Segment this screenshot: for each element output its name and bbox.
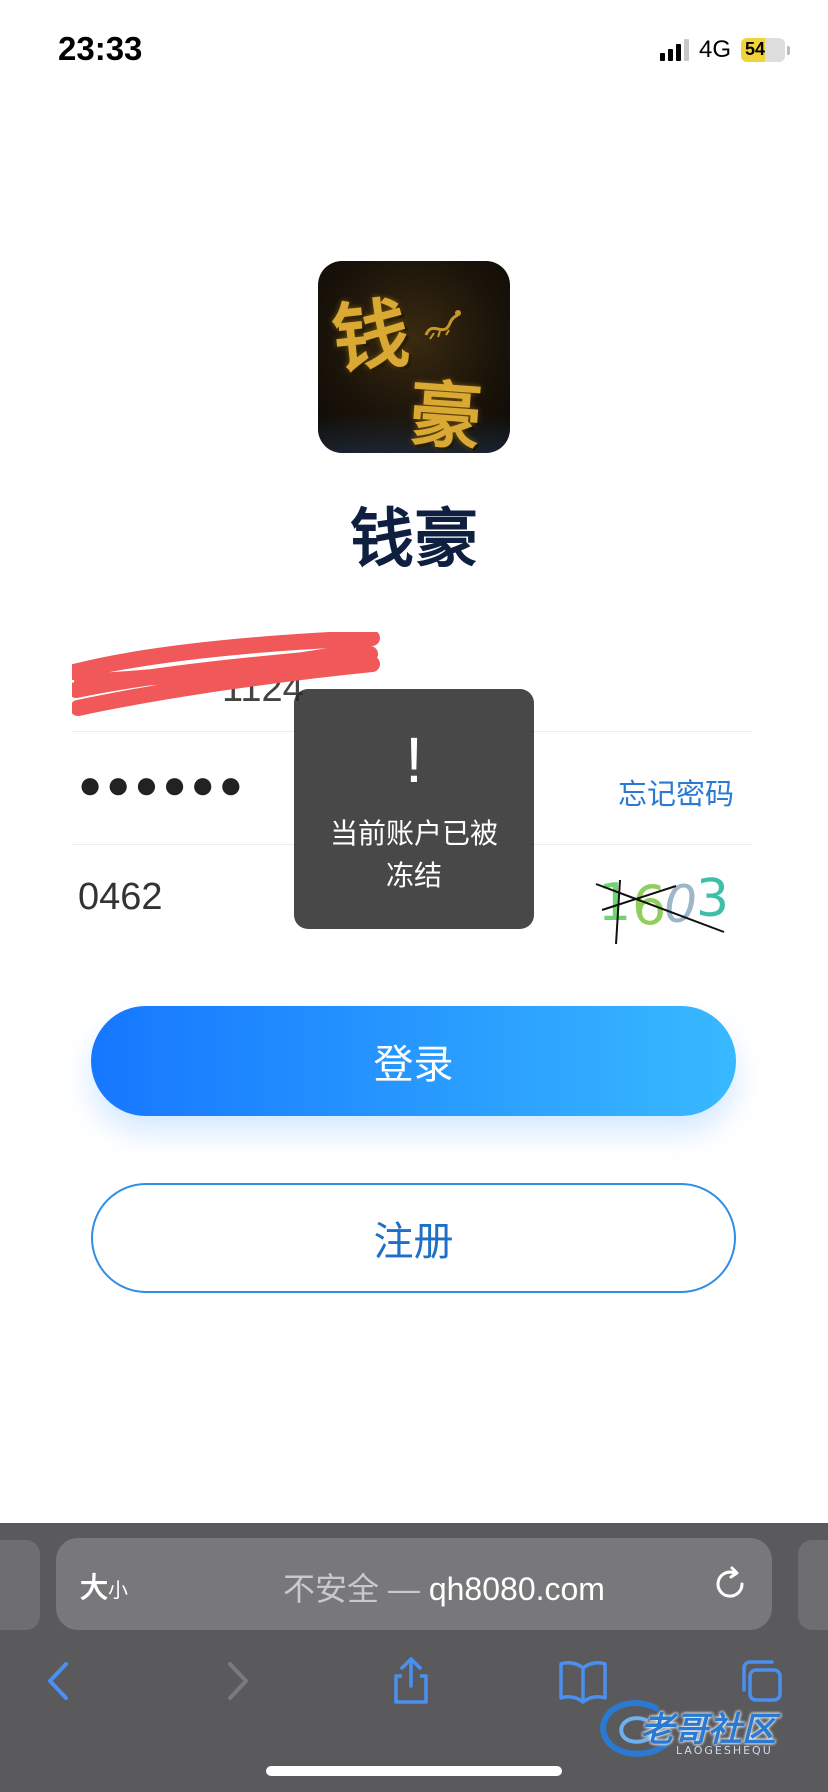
status-indicators: 4G 54 (659, 36, 790, 64)
toast-message: 当前账户已被冻结 (329, 817, 498, 892)
battery-percent: 54 (745, 39, 766, 59)
captcha-input-value[interactable]: 0462 (78, 876, 163, 919)
app-logo: 钱 豪 (318, 261, 510, 453)
network-type: 4G (698, 36, 731, 63)
text-size-button[interactable]: 大小 (80, 1566, 128, 1606)
login-button[interactable]: 登录 (91, 1006, 736, 1116)
register-button[interactable]: 注册 (91, 1183, 736, 1293)
svg-text:6: 6 (632, 874, 666, 937)
battery-icon: 54 (741, 38, 790, 62)
captcha-image[interactable]: 1 6 0 3 (592, 854, 742, 946)
back-icon[interactable] (36, 1656, 86, 1706)
status-bar: 23:33 4G 54 (0, 0, 828, 100)
dragon-icon (422, 309, 462, 353)
forward-icon[interactable] (212, 1656, 262, 1706)
next-tab-preview[interactable] (798, 1540, 828, 1630)
error-toast: ! 当前账户已被冻结 (294, 689, 534, 929)
logo-char-hao: 豪 (406, 370, 485, 453)
forgot-password-link[interactable]: 忘记密码 (618, 771, 734, 813)
insecure-label: 不安全 — (283, 1571, 429, 1607)
reload-icon[interactable] (712, 1566, 748, 1602)
watermark-subtext: LAOGESHEQU (676, 1744, 773, 1757)
status-time: 23:33 (58, 30, 143, 67)
password-input-value[interactable]: ●●●●●● (78, 763, 247, 808)
home-indicator[interactable] (266, 1766, 562, 1776)
watermark-logo: 老哥社区 LAOGESHEQU (596, 1690, 816, 1770)
svg-text:3: 3 (696, 869, 729, 929)
app-title: 钱豪 (350, 503, 478, 577)
previous-tab-preview[interactable] (0, 1540, 40, 1630)
cellular-signal-icon (659, 39, 689, 61)
svg-text:0: 0 (664, 875, 697, 935)
share-icon[interactable] (386, 1656, 436, 1706)
logo-char-qian: 钱 (328, 288, 414, 385)
address-bar[interactable]: 大小 不安全 — qh8080.com (56, 1538, 772, 1630)
exclamation-icon: ! (405, 724, 423, 796)
url-display[interactable]: 不安全 — qh8080.com (196, 1564, 692, 1610)
url-domain: qh8080.com (428, 1571, 605, 1607)
